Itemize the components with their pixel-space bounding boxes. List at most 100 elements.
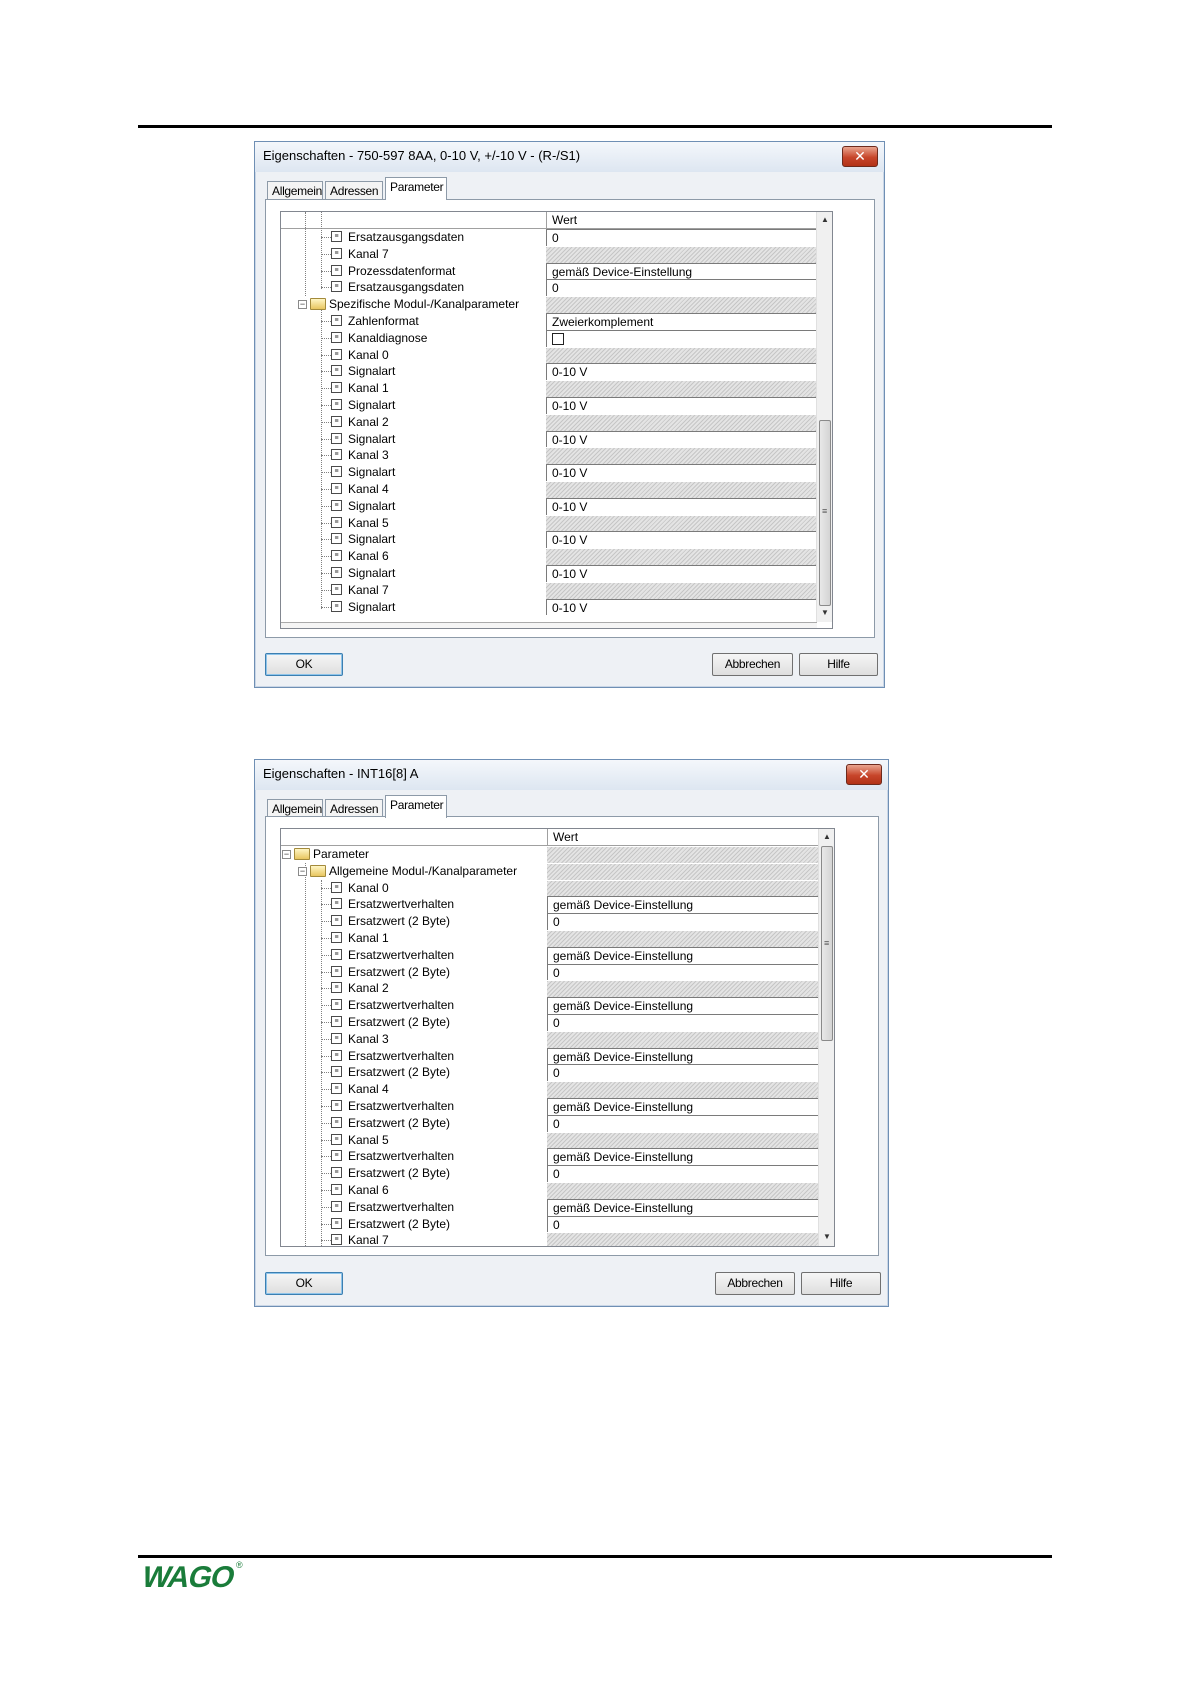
value-cell[interactable]: gemäß Device-Einstellung [547,1047,819,1065]
parameter-row[interactable]: ≡ Ersatzwertverhalten gemäß Device-Einstel… [281,1148,819,1166]
value-cell[interactable]: gemäß Device-Einstellung [547,946,819,964]
close-button[interactable]: ✕ [842,146,878,167]
collapse-minus-icon[interactable]: − [298,300,307,310]
parameter-row[interactable]: ≡ Kanal 4 [281,1081,819,1098]
parameter-row[interactable]: ≡ Kanal 6 [281,548,817,565]
parameter-row[interactable]: ≡ Zahlenformat Zweierkomplement [281,313,817,330]
value-cell[interactable]: 0-10 V [546,430,817,448]
parameter-row[interactable]: − Allgemeine Modul-/Kanalparameter [281,862,819,880]
parameter-row[interactable]: ≡ Ersatzwert (2 Byte) 0 [281,1114,819,1132]
kanaldiagnose-checkbox[interactable] [552,332,564,345]
horizontal-scrollbar[interactable] [281,622,817,628]
parameter-row[interactable]: ≡ Kanal 3 [281,1030,819,1048]
parameter-row[interactable]: ≡ Prozessdatenformat gemäß Device-Einstell… [281,262,817,280]
parameter-row[interactable]: ≡ Ersatzwert (2 Byte) 0 [281,1215,819,1233]
parameter-row[interactable]: ≡ Kanal 5 [281,514,817,532]
parameter-row[interactable]: ≡ Ersatzwert (2 Byte) 0 [281,1165,819,1182]
tab-adressen[interactable]: Adressen [325,799,383,817]
parameter-row[interactable]: ≡ Kanaldiagnose [281,329,817,347]
parameter-row[interactable]: ≡ Ersatzwertverhalten gemäß Device-Einstel… [281,896,819,914]
parameter-row[interactable]: ≡ Kanal 7 [281,581,817,599]
value-cell[interactable]: 0 [546,279,817,297]
value-cell[interactable]: gemäß Device-Einstellung [547,997,819,1014]
parameter-row[interactable]: ≡ Ersatzausgangsdaten 0 [281,229,817,246]
value-cell[interactable]: gemäß Device-Einstellung [547,1148,819,1166]
parameter-row[interactable]: ≡ Ersatzwertverhalten gemäß Device-Einstel… [281,1198,819,1216]
parameter-row[interactable]: ≡ Ersatzwertverhalten gemäß Device-Einstel… [281,997,819,1014]
value-cell[interactable] [546,329,817,347]
value-cell[interactable]: 0 [547,913,819,930]
collapse-minus-icon[interactable]: − [298,866,307,876]
value-cell[interactable]: gemäß Device-Einstellung [547,1098,819,1115]
vertical-scrollbar[interactable]: ▲ ≡ ▼ [816,212,832,622]
value-cell[interactable]: 0-10 V [546,531,817,549]
parameter-row[interactable]: ≡ Kanal 6 [281,1182,819,1199]
parameter-row[interactable]: ≡ Kanal 7 [281,245,817,263]
parameter-row[interactable]: ≡ Signalart 0-10 V [281,497,817,515]
parameter-row[interactable]: ≡ Ersatzwertverhalten gemäß Device-Einstel… [281,1098,819,1115]
scroll-down-icon[interactable]: ▼ [819,1229,834,1245]
parameter-row[interactable]: − Parameter [281,846,819,863]
value-cell[interactable]: 0 [547,1165,819,1182]
tab-parameter[interactable]: Parameter [385,795,447,818]
scrollbar-thumb[interactable]: ≡ [821,846,833,1041]
value-cell[interactable]: 0 [546,229,817,246]
parameter-row[interactable]: ≡ Kanal 1 [281,930,819,947]
parameter-row[interactable]: ≡ Signalart 0-10 V [281,464,817,481]
parameter-row[interactable]: ≡ Kanal 1 [281,380,817,397]
value-cell[interactable]: gemäß Device-Einstellung [547,896,819,914]
scrollbar-thumb[interactable]: ≡ [819,420,831,606]
tab-adressen[interactable]: Adressen [325,181,383,199]
parameter-row[interactable]: ≡ Kanal 2 [281,980,819,998]
parameter-row[interactable]: ≡ Kanal 0 [281,346,817,364]
value-cell[interactable]: gemäß Device-Einstellung [546,262,817,280]
parameter-row[interactable]: ≡ Ersatzwert (2 Byte) 0 [281,913,819,930]
vertical-scrollbar[interactable]: ▲ ≡ ▼ [818,829,834,1246]
parameter-row[interactable]: ≡ Signalart 0-10 V [281,531,817,549]
help-button[interactable]: Hilfe [799,653,878,676]
tab-parameter[interactable]: Parameter [385,177,447,200]
close-button[interactable]: ✕ [846,764,882,785]
parameter-row[interactable]: ≡ Signalart 0-10 V [281,397,817,414]
parameter-row[interactable]: ≡ Kanal 0 [281,879,819,897]
value-cell[interactable]: 0-10 V [546,363,817,381]
collapse-minus-icon[interactable]: − [282,850,291,859]
parameter-row[interactable]: ≡ Ersatzwert (2 Byte) 0 [281,1014,819,1031]
value-cell[interactable]: 0 [547,1114,819,1132]
scroll-down-icon[interactable]: ▼ [817,605,832,621]
parameter-row[interactable]: ≡ Ersatzausgangsdaten 0 [281,279,817,297]
scroll-up-icon[interactable]: ▲ [819,829,834,845]
value-cell[interactable]: 0 [547,1064,819,1082]
parameter-row[interactable]: ≡ Ersatzwertverhalten gemäß Device-Einstel… [281,946,819,964]
value-cell[interactable]: 0 [547,1215,819,1233]
parameter-row[interactable]: − Spezifische Modul-/Kanalparameter [281,296,817,313]
value-cell[interactable]: 0-10 V [546,598,817,616]
parameter-row[interactable]: ≡ Signalart 0-10 V [281,565,817,582]
ok-button[interactable]: OK [265,653,343,676]
value-cell[interactable]: 0-10 V [546,464,817,481]
value-cell[interactable]: Zweierkomplement [546,313,817,330]
help-button[interactable]: Hilfe [801,1272,881,1295]
scroll-up-icon[interactable]: ▲ [817,212,832,228]
parameter-row[interactable]: ≡ Kanal 7 [281,1232,819,1246]
cancel-button[interactable]: Abbrechen [715,1272,795,1295]
parameter-row[interactable]: ≡ Kanal 5 [281,1131,819,1149]
value-cell[interactable]: gemäß Device-Einstellung [547,1198,819,1216]
tab-allgemein[interactable]: Allgemein [267,181,323,199]
parameter-row[interactable]: ≡ Kanal 2 [281,413,817,431]
value-cell[interactable]: 0-10 V [546,397,817,414]
parameter-row[interactable]: ≡ Signalart 0-10 V [281,363,817,381]
parameter-row[interactable]: ≡ Signalart 0-10 V [281,598,817,616]
parameter-row[interactable]: ≡ Ersatzwert (2 Byte) 0 [281,963,819,981]
ok-button[interactable]: OK [265,1272,343,1295]
parameter-row[interactable]: ≡ Kanal 3 [281,447,817,465]
parameter-row[interactable]: ≡ Kanal 4 [281,481,817,498]
value-cell[interactable]: 0 [547,1014,819,1031]
parameter-row[interactable]: ≡ Ersatzwert (2 Byte) 0 [281,1064,819,1082]
cancel-button[interactable]: Abbrechen [712,653,793,676]
parameter-row[interactable]: ≡ Signalart 0-10 V [281,430,817,448]
value-cell[interactable]: 0-10 V [546,497,817,515]
value-cell[interactable]: 0-10 V [546,565,817,582]
parameter-row[interactable]: ≡ Ersatzwertverhalten gemäß Device-Einstel… [281,1047,819,1065]
tab-allgemein[interactable]: Allgemein [267,799,323,817]
